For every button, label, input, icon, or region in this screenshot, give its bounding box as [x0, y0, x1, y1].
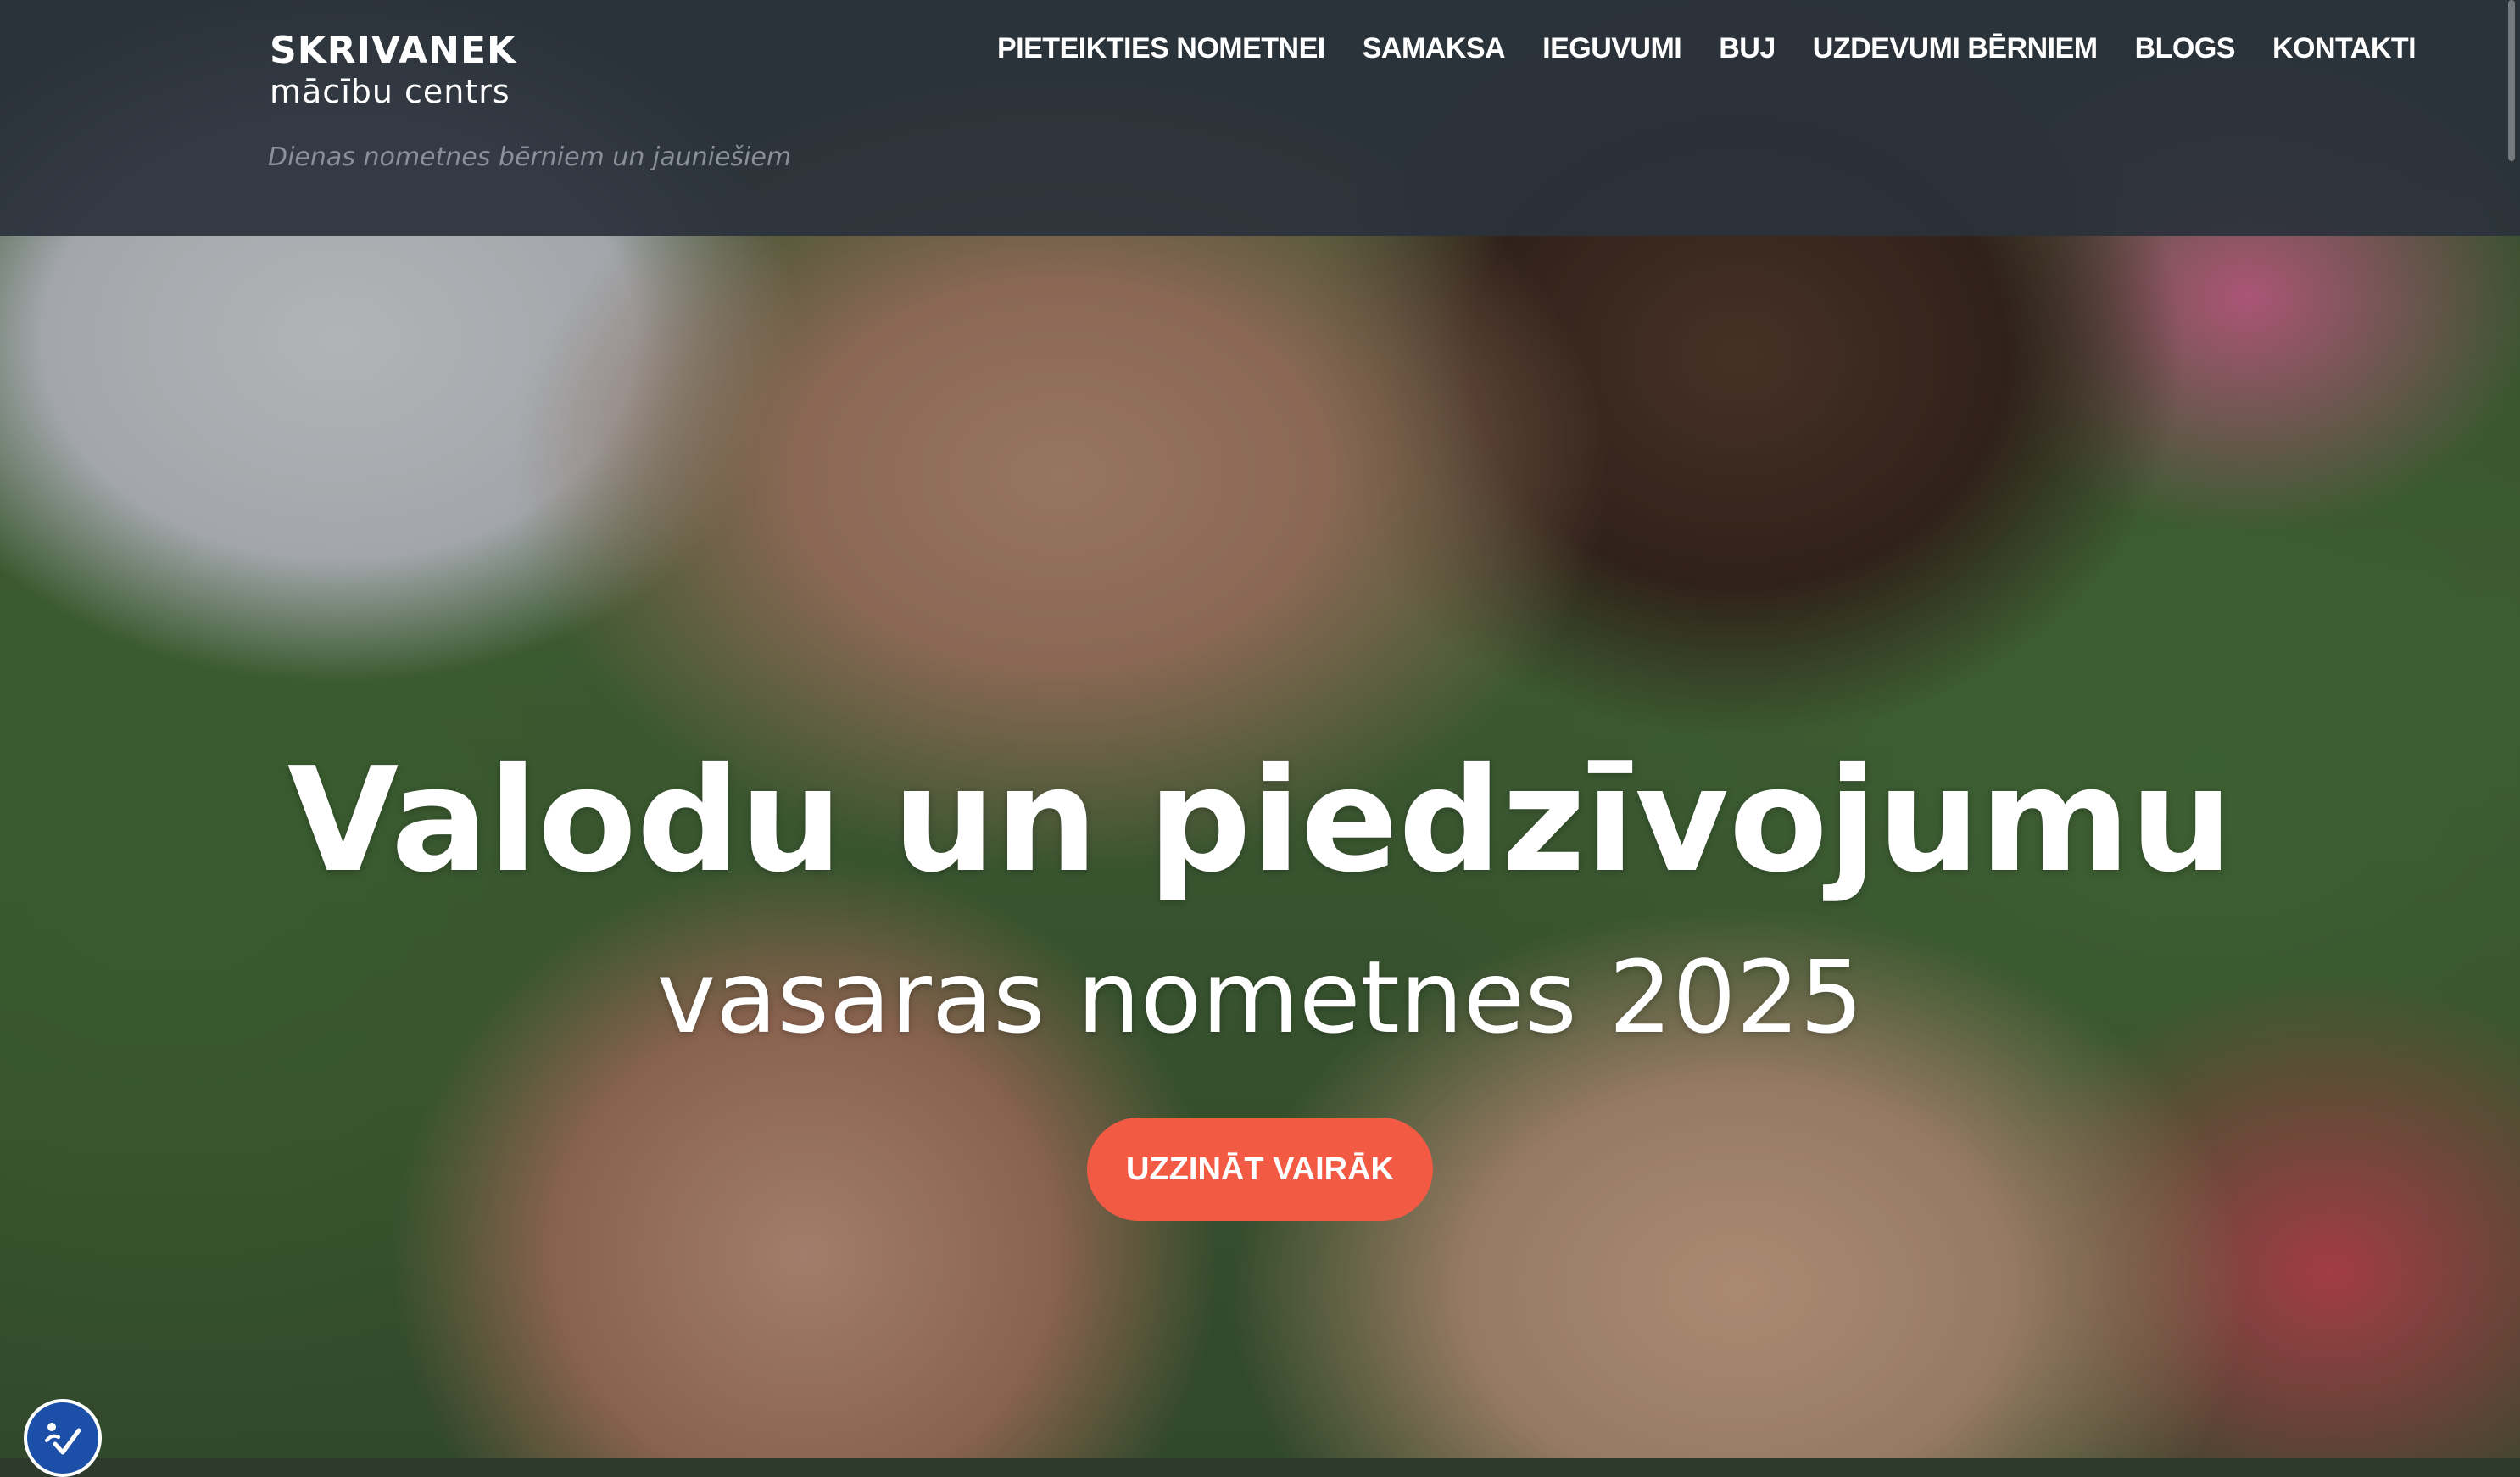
accessibility-button[interactable] — [24, 1399, 102, 1477]
nav-item-uzdevumi-berniem[interactable]: UZDEVUMI BĒRNIEM — [1813, 32, 2098, 65]
logo-subtitle: mācību centrs — [270, 73, 510, 110]
learn-more-button[interactable]: UZZINĀT VAIRĀK — [1087, 1118, 1433, 1221]
logo-title: SKRIVANEK — [270, 29, 517, 72]
nav-item-ieguvumi[interactable]: IEGUVUMI — [1542, 32, 1682, 65]
nav-item-kontakti[interactable]: KONTAKTI — [2272, 32, 2417, 65]
accessibility-check-icon — [45, 1423, 81, 1455]
nav-item-blogs[interactable]: BLOGS — [2135, 32, 2236, 65]
hero-subtitle: vasaras nometnes 2025 — [656, 939, 1864, 1056]
nav-item-buj[interactable]: BUJ — [1719, 32, 1776, 65]
main-navigation: PIETEIKTIES NOMETNEI SAMAKSA IEGUVUMI BU… — [997, 32, 2417, 65]
hero-title: Valodu un piedzīvojumu — [287, 737, 2233, 905]
site-header: SKRIVANEK mācību centrs Dienas nometnes … — [0, 0, 2520, 236]
site-logo[interactable]: SKRIVANEK mācību centrs — [270, 29, 516, 110]
nav-item-pieteikties-nometnei[interactable]: PIETEIKTIES NOMETNEI — [997, 32, 1325, 65]
nav-item-samaksa[interactable]: SAMAKSA — [1363, 32, 1506, 65]
page-scrollbar[interactable] — [2508, 0, 2515, 161]
site-tagline: Dienas nometnes bērniem un jauniešiem — [268, 142, 792, 172]
